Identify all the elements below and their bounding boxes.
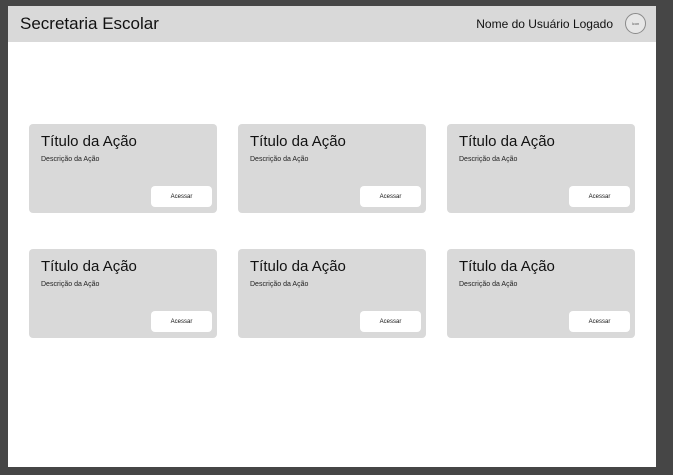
logged-user-name[interactable]: Nome do Usuário Logado [476,17,613,31]
card-title: Título da Ação [459,258,555,275]
card-title: Título da Ação [459,133,555,150]
top-bar: Secretaria Escolar Nome do Usuário Logad… [8,6,656,42]
app-window: Secretaria Escolar Nome do Usuário Logad… [8,6,656,467]
card-title: Título da Ação [41,258,137,275]
action-card: Título da Ação Descrição da Ação Acessar [29,249,217,338]
app-title: Secretaria Escolar [20,14,159,33]
card-description: Descrição da Ação [459,156,518,163]
card-title: Título da Ação [250,133,346,150]
card-title: Título da Ação [41,133,137,150]
action-card: Título da Ação Descrição da Ação Acessar [29,124,217,213]
access-button[interactable]: Acessar [360,311,421,332]
user-avatar-icon[interactable]: Icon [625,13,646,34]
action-card: Título da Ação Descrição da Ação Acessar [447,249,635,338]
card-description: Descrição da Ação [41,281,100,288]
action-card: Título da Ação Descrição da Ação Acessar [447,124,635,213]
access-button[interactable]: Acessar [151,311,212,332]
access-button[interactable]: Acessar [569,311,630,332]
card-description: Descrição da Ação [41,156,100,163]
card-description: Descrição da Ação [250,156,309,163]
access-button[interactable]: Acessar [569,186,630,207]
avatar-label: Icon [631,21,640,26]
action-card: Título da Ação Descrição da Ação Acessar [238,249,426,338]
action-card: Título da Ação Descrição da Ação Acessar [238,124,426,213]
access-button[interactable]: Acessar [360,186,421,207]
card-title: Título da Ação [250,258,346,275]
card-description: Descrição da Ação [250,281,309,288]
access-button[interactable]: Acessar [151,186,212,207]
card-description: Descrição da Ação [459,281,518,288]
